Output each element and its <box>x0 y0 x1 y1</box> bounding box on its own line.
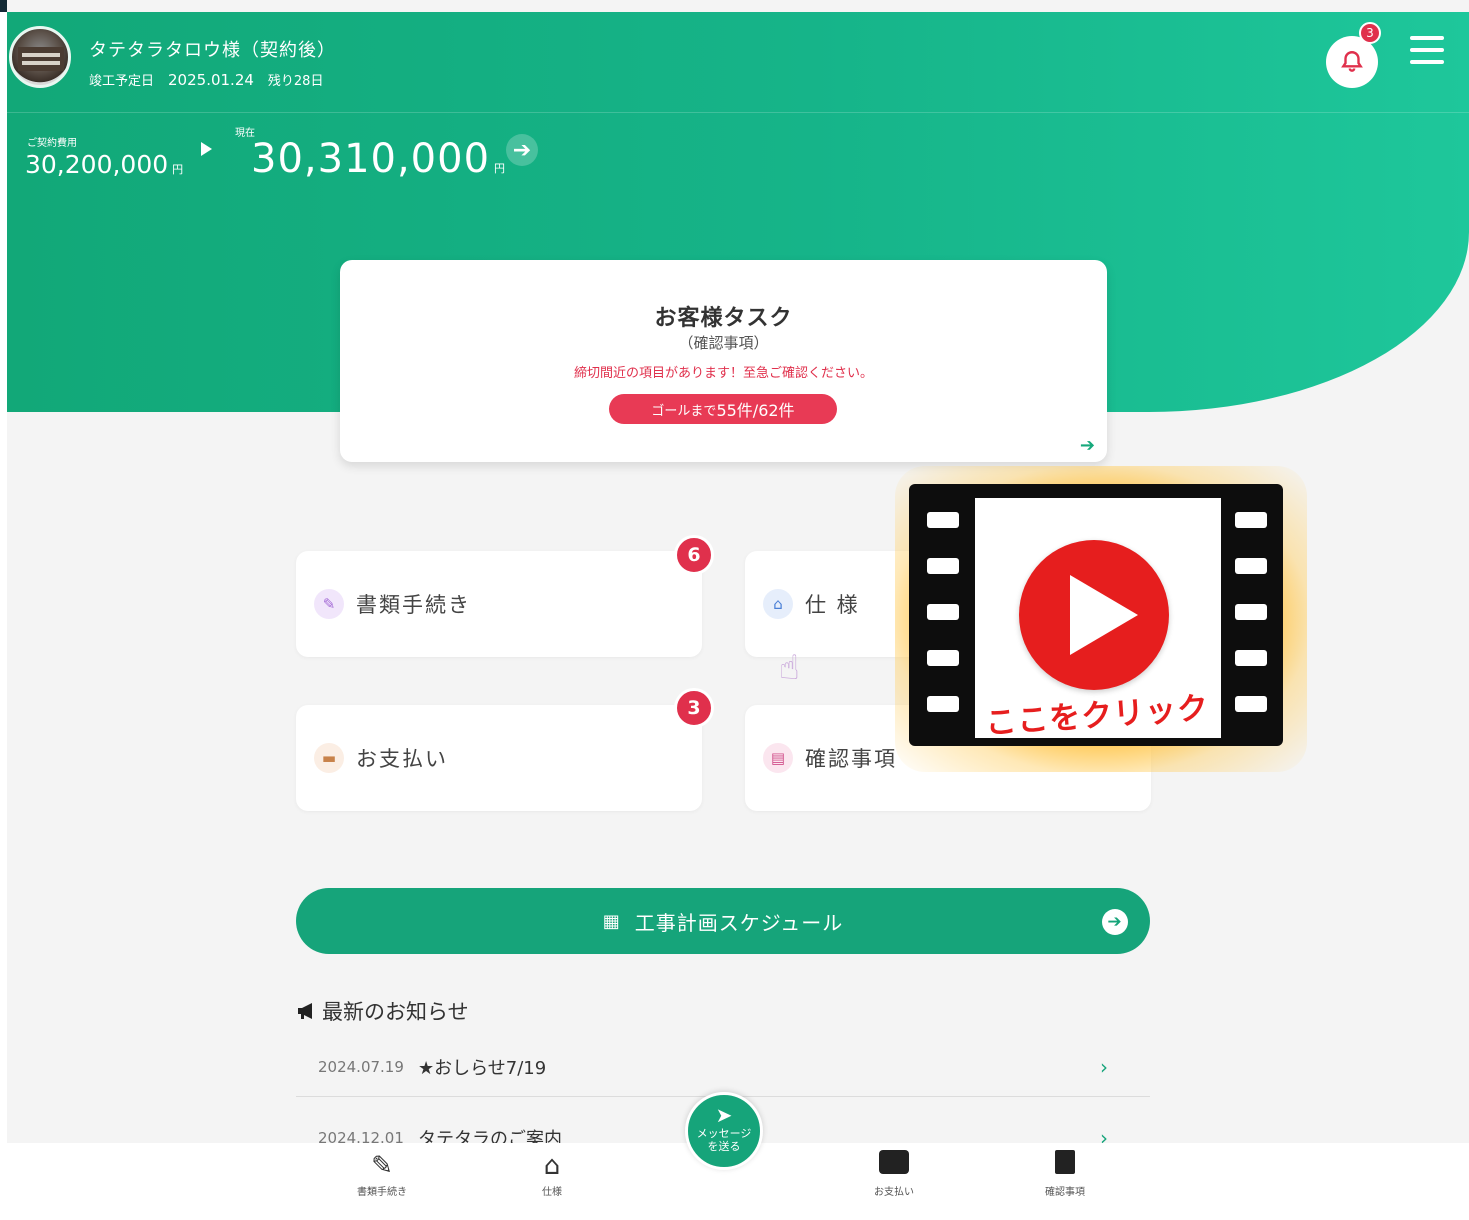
paper-plane-icon: ➤ <box>715 1103 733 1127</box>
hand-cursor-icon: ☝ <box>779 648 800 688</box>
film-perforation <box>1235 604 1267 620</box>
nav-documents[interactable]: ✎ 書類手続き <box>342 1149 422 1198</box>
current-price-unit: 円 <box>494 162 507 175</box>
task-card-arrow-icon[interactable]: ➔ <box>1080 435 1095 456</box>
contract-price: 30,200,000 円 <box>25 150 183 179</box>
app-screen: タテタラタロウ様（契約後） 竣工予定日 2025.01.24 残り28日 ご契約… <box>7 0 1469 1220</box>
film-perforation <box>1235 650 1267 666</box>
price-detail-arrow-icon[interactable]: ➔ <box>506 134 538 166</box>
payment-count-badge: 3 <box>674 688 714 728</box>
film-perforation <box>927 558 959 574</box>
task-card-subtitle: （確認事項） <box>678 334 769 352</box>
schedule-arrow-icon: ➔ <box>1102 909 1128 935</box>
news-item[interactable]: 2024.07.19 ★おしらせ7/19 › <box>296 1037 1150 1097</box>
header-divider <box>7 112 1469 113</box>
wallet-icon: ▬ <box>314 743 344 773</box>
news-date: 2024.07.19 <box>318 1057 404 1076</box>
send-message-button[interactable]: ➤ メッセージ を送る <box>685 1092 763 1170</box>
task-goal-pill: ゴールまで 55件/62件 <box>609 394 837 424</box>
film-perforation <box>1235 696 1267 712</box>
send-message-label-2: を送る <box>707 1140 741 1153</box>
chevron-right-icon: › <box>1100 1054 1108 1079</box>
completion-date: 2025.01.24 <box>168 71 254 89</box>
remaining-days: 残り28日 <box>267 74 324 89</box>
current-price-value: 30,310,000 <box>251 136 491 182</box>
nav-confirmation-label: 確認事項 <box>1045 1187 1085 1198</box>
news-heading-text: 最新のお知らせ <box>322 1000 469 1024</box>
nav-payment-label: お支払い <box>874 1187 914 1198</box>
wallet-icon <box>854 1149 934 1183</box>
task-goal-prefix: ゴールまで <box>651 403 717 419</box>
hamburger-menu-icon[interactable] <box>1410 36 1444 70</box>
edit-icon: ✎ <box>314 589 344 619</box>
contract-price-value: 30,200,000 <box>25 150 169 179</box>
film-perforation <box>927 512 959 528</box>
news-text: ★おしらせ7/19 <box>418 1057 547 1079</box>
nav-documents-label: 書類手続き <box>357 1187 407 1198</box>
completion-label: 竣工予定日 <box>89 74 155 89</box>
current-price: 30,310,000 円 <box>251 136 506 182</box>
film-perforation <box>1235 512 1267 528</box>
menu-card-payment[interactable]: ▬ お支払い <box>296 705 702 811</box>
megaphone-icon <box>298 1003 312 1019</box>
task-deadline-warning: 締切間近の項目があります！至急ご確認ください。 <box>573 366 873 381</box>
nav-confirmation[interactable]: 確認事項 <box>1025 1149 1105 1198</box>
send-message-label-1: メッセージ <box>696 1127 752 1140</box>
task-card-title: お客様タスク <box>654 306 793 331</box>
menu-label-confirmation: 確認事項 <box>805 747 897 771</box>
menu-label-documents: 書類手続き <box>356 593 471 617</box>
schedule-button-label: 工事計画スケジュール <box>634 910 844 935</box>
home-icon: ⌂ <box>763 589 793 619</box>
user-name: タテタラタロウ様（契約後） <box>89 40 336 61</box>
film-perforation <box>927 696 959 712</box>
play-triangle-icon <box>1070 575 1138 655</box>
film-perforation <box>927 604 959 620</box>
nav-specifications[interactable]: ⌂ 仕様 <box>512 1149 592 1198</box>
home-icon: ⌂ <box>543 1151 561 1181</box>
nav-specifications-label: 仕様 <box>542 1187 562 1198</box>
nav-payment[interactable]: お支払い <box>854 1149 934 1198</box>
avatar[interactable] <box>9 26 71 88</box>
document-icon <box>1025 1149 1105 1183</box>
menu-label-payment: お支払い <box>356 747 448 771</box>
task-goal-value: 55件/62件 <box>716 401 795 420</box>
calendar-icon: ▦ <box>602 910 621 932</box>
contract-price-label: ご契約費用 <box>27 138 77 149</box>
notification-count-badge: 3 <box>1359 22 1381 44</box>
schedule-button[interactable]: ▦ 工事計画スケジュール ➔ <box>296 888 1150 954</box>
film-perforation <box>1235 558 1267 574</box>
contract-price-unit: 円 <box>172 163 184 176</box>
edit-icon: ✎ <box>371 1151 393 1181</box>
documents-count-badge: 6 <box>674 535 714 575</box>
menu-label-specifications: 仕 様 <box>805 593 860 617</box>
film-perforation <box>927 650 959 666</box>
news-heading: 最新のお知らせ <box>296 996 469 1026</box>
price-transition-icon <box>201 142 212 156</box>
document-icon: ▤ <box>763 743 793 773</box>
customer-task-card[interactable]: お客様タスク （確認事項） 締切間近の項目があります！至急ご確認ください。 ゴー… <box>340 260 1107 462</box>
completion-info: 竣工予定日 2025.01.24 残り28日 <box>89 70 323 89</box>
bell-icon <box>1341 51 1363 72</box>
menu-card-documents[interactable]: ✎ 書類手続き <box>296 551 702 657</box>
